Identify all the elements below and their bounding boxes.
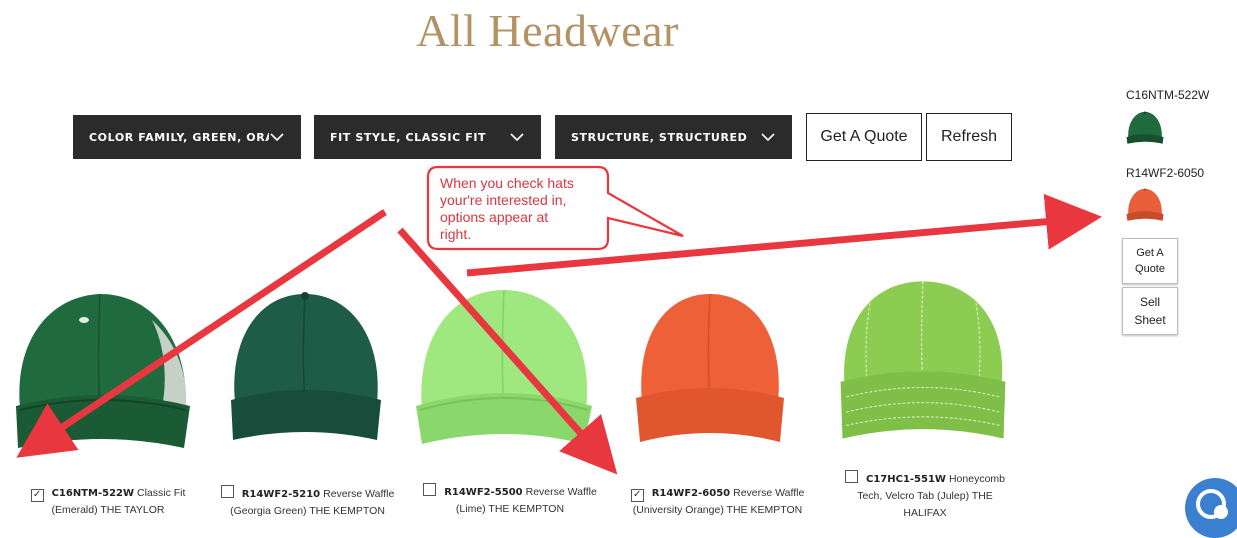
annotation-line: your're interested in, xyxy=(440,192,567,208)
annotation-line: options appear at xyxy=(440,209,549,225)
annotation-text: When you check hats your're interested i… xyxy=(428,167,608,249)
chat-icon[interactable] xyxy=(1185,478,1237,538)
annotation-line: right. xyxy=(440,226,472,242)
annotation-arrow xyxy=(16,209,387,458)
annotation-overlay xyxy=(16,165,1102,475)
annotation-line: When you check hats xyxy=(440,175,574,191)
